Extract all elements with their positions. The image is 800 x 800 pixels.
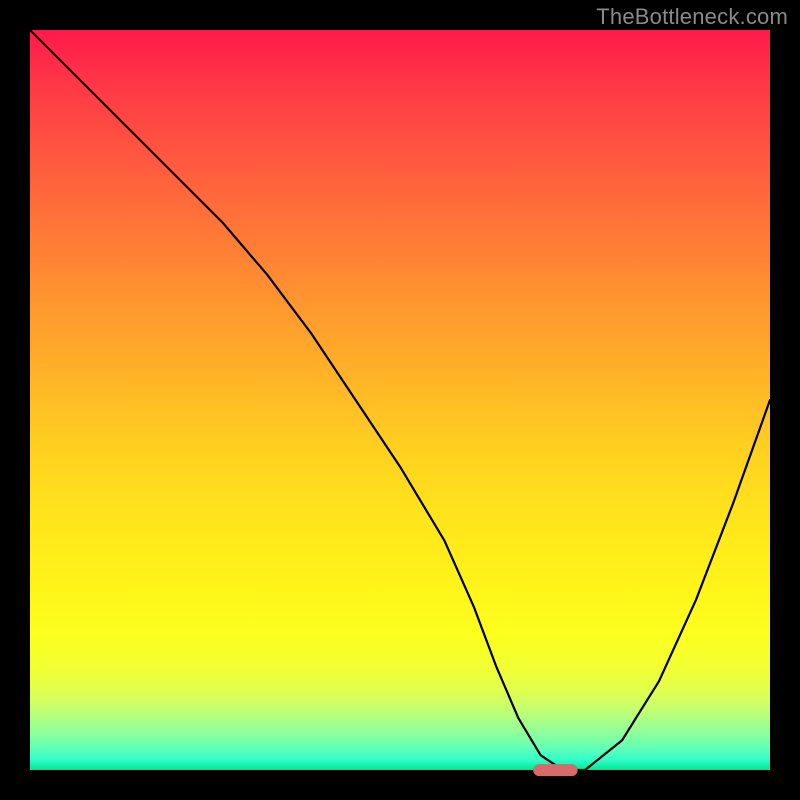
chart-frame: TheBottleneck.com: [0, 0, 800, 800]
watermark-text: TheBottleneck.com: [596, 4, 788, 30]
optimal-marker: [533, 764, 577, 776]
bottleneck-curve: [30, 30, 770, 770]
chart-svg: [30, 30, 770, 770]
plot-area: [30, 30, 770, 770]
